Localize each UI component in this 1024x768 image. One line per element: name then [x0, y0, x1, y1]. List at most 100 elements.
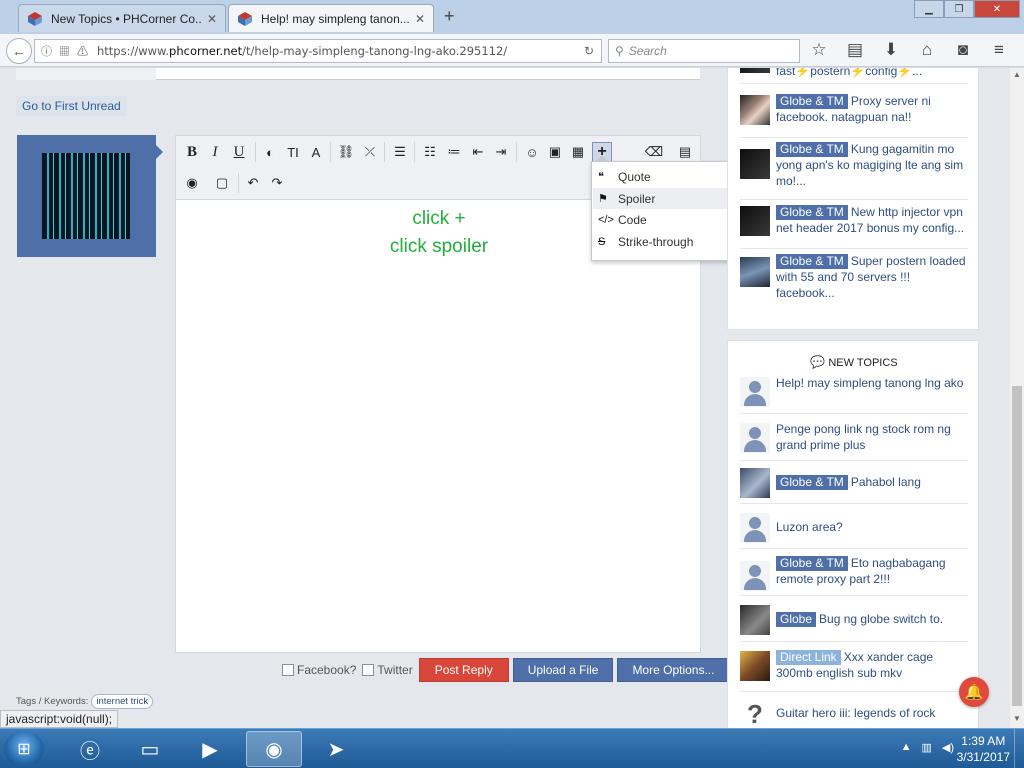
- topic-title[interactable]: Luzon area?: [776, 519, 970, 535]
- list-item[interactable]: Direct Link Xxx xander cage 300mb english…: [740, 649, 968, 685]
- close-tab-icon[interactable]: ✕: [415, 12, 425, 26]
- prefix-badge[interactable]: Globe & TM: [776, 205, 848, 220]
- tab-help-thread[interactable]: Help! may simpleng tanon... ✕: [228, 4, 434, 32]
- search-placeholder: Search: [628, 44, 667, 58]
- font-size-icon[interactable]: TI: [283, 142, 303, 162]
- topic-title[interactable]: Penge pong link ng stock rom ng grand pr…: [776, 421, 970, 453]
- list-item[interactable]: Globe & TM Super postern loaded with 55 a…: [740, 253, 968, 303]
- list-item[interactable]: Globe & TM Eto nagbabagang remote proxy p…: [740, 555, 968, 591]
- close-tab-icon[interactable]: ✕: [207, 12, 217, 26]
- bookmark-star-icon[interactable]: ☆: [808, 40, 830, 60]
- redo-icon[interactable]: ↷: [267, 173, 287, 193]
- link-icon[interactable]: ⛓: [336, 142, 356, 162]
- reading-list-icon[interactable]: ▤: [844, 40, 866, 60]
- indent-icon[interactable]: ⇥: [491, 142, 511, 162]
- post-reply-button[interactable]: Post Reply: [418, 658, 509, 682]
- media-icon[interactable]: ▦: [568, 142, 588, 162]
- notification-bell-icon[interactable]: 🔔: [959, 677, 989, 707]
- network-icon[interactable]: ▥: [921, 741, 931, 754]
- list-item[interactable]: Penge pong link ng stock rom ng grand pr…: [740, 421, 968, 457]
- show-desktop-button[interactable]: [1014, 729, 1024, 768]
- list-item[interactable]: Globe Bug ng globe switch to.: [740, 603, 968, 635]
- system-clock[interactable]: 1:39 AM 3/31/2017: [957, 733, 1010, 765]
- site-info-icon[interactable]: ⓘ ▦ ⚠: [35, 43, 97, 59]
- prefix-badge[interactable]: Globe & TM: [776, 556, 848, 571]
- camera-icon[interactable]: ◉: [182, 173, 202, 193]
- home-icon[interactable]: ⌂: [916, 40, 938, 60]
- browser-toolbar-icons: ☆ ▤ ⬇ ⌂ ◙ ≡: [808, 40, 1010, 60]
- volume-icon[interactable]: ◀): [942, 741, 954, 754]
- undo-icon[interactable]: ↶: [243, 173, 263, 193]
- reload-icon[interactable]: ↻: [577, 44, 601, 58]
- avatar: [740, 605, 770, 635]
- minimize-icon[interactable]: ▁: [914, 0, 944, 18]
- image-icon[interactable]: ▣: [545, 142, 565, 162]
- prefix-badge[interactable]: Globe & TM: [776, 94, 848, 109]
- italic-icon[interactable]: I: [205, 142, 225, 162]
- twitter-share-checkbox[interactable]: Twitter: [362, 663, 413, 677]
- underline-icon[interactable]: U: [229, 142, 249, 162]
- paper-plane-app-icon[interactable]: ➤: [308, 731, 364, 767]
- avatar[interactable]: [42, 153, 130, 239]
- more-options-button[interactable]: More Options...: [617, 658, 730, 682]
- bold-icon[interactable]: B: [182, 142, 202, 162]
- media-player-icon[interactable]: ▶: [182, 731, 238, 767]
- avatar: [740, 68, 770, 73]
- save-draft-icon[interactable]: ▢: [212, 173, 232, 193]
- avatar: [740, 206, 770, 236]
- list-item[interactable]: fast⚡postern⚡config⚡...: [740, 68, 968, 91]
- tag-chip[interactable]: internet trick: [91, 694, 154, 709]
- outdent-icon[interactable]: ⇤: [468, 142, 488, 162]
- font-family-icon[interactable]: A: [306, 142, 326, 162]
- new-tab-icon[interactable]: +: [444, 6, 455, 27]
- page-scrollbar[interactable]: ▲ ▼: [1010, 68, 1024, 728]
- firefox-icon[interactable]: ◉: [246, 731, 302, 767]
- search-input[interactable]: ⚲ Search: [608, 39, 800, 63]
- pocket-icon[interactable]: ◙: [952, 40, 974, 60]
- back-arrow-icon[interactable]: ←: [6, 38, 32, 64]
- prefix-badge[interactable]: Globe & TM: [776, 142, 848, 157]
- scroll-down-icon[interactable]: ▼: [1012, 714, 1022, 723]
- prefix-badge[interactable]: Globe & TM: [776, 254, 848, 269]
- scroll-up-icon[interactable]: ▲: [1012, 70, 1022, 79]
- downloads-icon[interactable]: ⬇: [880, 40, 902, 60]
- topic-title[interactable]: Bug ng globe switch to.: [819, 612, 943, 626]
- tab-new-topics[interactable]: New Topics • PHCorner Co... ✕: [18, 4, 226, 32]
- list-item[interactable]: Help! may simpleng tanong lng ako: [740, 375, 968, 411]
- topic-title[interactable]: Pahabol lang: [851, 475, 921, 489]
- toggle-bbcode-icon[interactable]: ▤: [675, 142, 695, 162]
- prefix-badge[interactable]: Globe & TM: [776, 475, 848, 490]
- align-icon[interactable]: ☰: [390, 142, 410, 162]
- text-color-icon[interactable]: ◐: [260, 142, 280, 162]
- prefix-badge[interactable]: Direct Link: [776, 650, 841, 665]
- numbered-list-icon[interactable]: ≔: [444, 142, 464, 162]
- tray-expand-icon[interactable]: ▲: [901, 741, 912, 754]
- start-button-icon[interactable]: ⊞: [4, 731, 44, 767]
- avatar: [740, 257, 770, 287]
- bullet-list-icon[interactable]: ☷: [420, 142, 440, 162]
- upload-file-button[interactable]: Upload a File: [512, 658, 614, 682]
- file-explorer-icon[interactable]: ▭: [122, 731, 178, 767]
- tab-title: New Topics • PHCorner Co...: [51, 11, 201, 26]
- close-window-icon[interactable]: ✕: [974, 0, 1020, 18]
- list-item[interactable]: Globe & TM Kung gagamitin mo yong apn's k…: [740, 141, 968, 191]
- list-item[interactable]: Luzon area?: [740, 511, 968, 543]
- prefix-badge[interactable]: Globe: [776, 612, 817, 627]
- internet-explorer-icon[interactable]: ⓔ: [62, 731, 118, 767]
- remove-formatting-icon[interactable]: ⌫: [644, 142, 664, 162]
- scrollbar-thumb[interactable]: [1012, 386, 1022, 706]
- list-item[interactable]: Globe & TM Pahabol lang: [740, 466, 968, 498]
- maximize-icon[interactable]: ❐: [944, 0, 974, 18]
- list-item[interactable]: ? Guitar hero iii: legends of rock: [740, 697, 968, 728]
- topic-title[interactable]: Guitar hero iii: legends of rock: [776, 705, 970, 721]
- topic-title[interactable]: Help! may simpleng tanong lng ako: [776, 375, 970, 391]
- facebook-share-checkbox[interactable]: Facebook?: [282, 663, 356, 677]
- menu-icon[interactable]: ≡: [988, 40, 1010, 60]
- list-item[interactable]: Globe & TM Proxy server ni facebook. nata…: [740, 93, 968, 133]
- url-bar[interactable]: ⓘ ▦ ⚠ https://www.phcorner.net/t/help-ma…: [34, 39, 602, 63]
- smilie-icon[interactable]: ☺: [522, 142, 542, 162]
- previous-post-footer: [16, 68, 700, 80]
- unlink-icon[interactable]: ⤫: [360, 142, 380, 162]
- go-to-first-unread-button[interactable]: Go to First Unread: [16, 96, 127, 116]
- list-item[interactable]: Globe & TM New http injector vpn net head…: [740, 204, 968, 244]
